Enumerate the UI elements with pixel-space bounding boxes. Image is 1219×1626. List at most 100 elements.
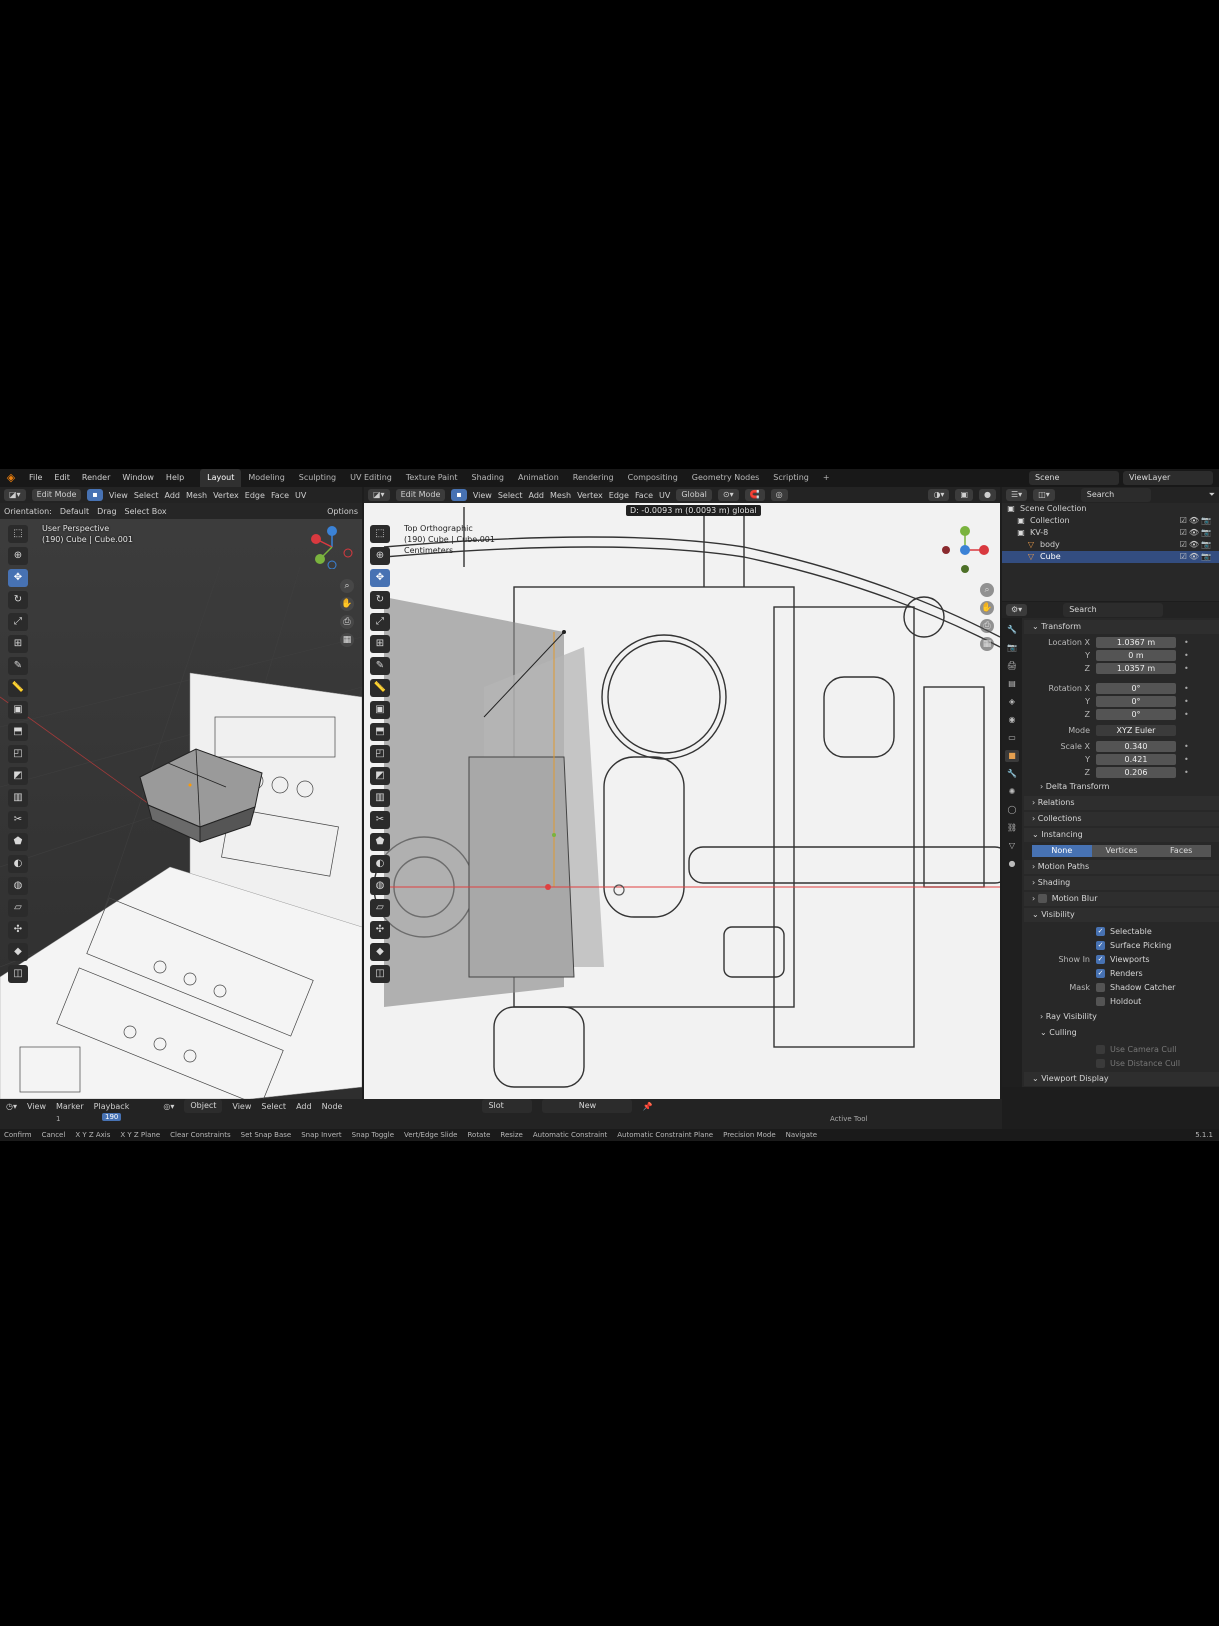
select-tool-icon[interactable]: ⬚ bbox=[8, 525, 28, 543]
left-menu-edge[interactable]: Edge bbox=[245, 491, 265, 500]
outliner-search-input[interactable]: Search bbox=[1080, 488, 1151, 502]
workspace-tab-uv-editing[interactable]: UV Editing bbox=[343, 469, 399, 487]
keyframe-dot-icon[interactable]: • bbox=[1184, 755, 1189, 764]
right-3d-viewport[interactable]: ◪▾ Edit Mode ▪ View Select Add Mesh Vert… bbox=[364, 487, 1000, 1099]
knife-tool-icon[interactable]: ✂ bbox=[370, 811, 390, 829]
viewport-overlays-icon[interactable]: ◑▾ bbox=[928, 489, 950, 501]
perspective-toggle-icon[interactable]: ▦ bbox=[980, 637, 994, 651]
loop-cut-tool-icon[interactable]: ▥ bbox=[370, 789, 390, 807]
properties-search-input[interactable]: Search bbox=[1063, 603, 1164, 617]
left-3d-viewport[interactable]: ◪▾ Edit Mode ▪ View Select Add Mesh Vert… bbox=[0, 487, 362, 1099]
world-tab-icon[interactable]: ◉ bbox=[1005, 714, 1019, 726]
tool-tab-icon[interactable]: 🔧 bbox=[1005, 624, 1019, 636]
extrude-tool-icon[interactable]: ⬒ bbox=[8, 723, 28, 741]
keyframe-dot-icon[interactable]: • bbox=[1184, 768, 1189, 777]
poly-build-tool-icon[interactable]: ⬟ bbox=[370, 833, 390, 851]
bevel-tool-icon[interactable]: ◩ bbox=[370, 767, 390, 785]
node-menu-select[interactable]: Select bbox=[261, 1102, 286, 1111]
transform-tool-icon[interactable]: ⊞ bbox=[8, 635, 28, 653]
pin-icon[interactable]: 📌 bbox=[642, 1102, 652, 1111]
extrude-tool-icon[interactable]: ⬒ bbox=[370, 723, 390, 741]
instancing-none-button[interactable]: None bbox=[1032, 845, 1092, 857]
smooth-tool-icon[interactable]: ◍ bbox=[8, 877, 28, 895]
left-menu-mesh[interactable]: Mesh bbox=[186, 491, 207, 500]
right-menu-vertex[interactable]: Vertex bbox=[577, 491, 603, 500]
workspace-tab-texture-paint[interactable]: Texture Paint bbox=[399, 469, 465, 487]
pan-hand-icon[interactable]: ✋ bbox=[980, 601, 994, 615]
transform-orientation-dropdown[interactable]: Global bbox=[676, 489, 712, 501]
instancing-vertices-button[interactable]: Vertices bbox=[1091, 845, 1152, 857]
use-distance-cull-checkbox[interactable] bbox=[1096, 1058, 1105, 1068]
particles-tab-icon[interactable]: ✺ bbox=[1005, 786, 1019, 798]
loop-cut-tool-icon[interactable]: ▥ bbox=[8, 789, 28, 807]
rotation-x-field[interactable]: 0° bbox=[1096, 682, 1176, 694]
modifiers-tab-icon[interactable]: 🔧 bbox=[1005, 768, 1019, 780]
object-tab-icon[interactable]: ■ bbox=[1005, 750, 1019, 762]
workspace-tab-scripting[interactable]: Scripting bbox=[766, 469, 816, 487]
shading-header[interactable]: › Shading bbox=[1024, 876, 1219, 890]
rotate-tool-icon[interactable]: ↻ bbox=[370, 591, 390, 609]
right-menu-add[interactable]: Add bbox=[529, 491, 545, 500]
filter-icon[interactable]: ⏷ bbox=[1209, 490, 1215, 500]
edge-slide-tool-icon[interactable]: ▱ bbox=[8, 899, 28, 917]
visibility-eye-icon[interactable]: ☑👁📷 bbox=[1180, 515, 1219, 527]
knife-tool-icon[interactable]: ✂ bbox=[8, 811, 28, 829]
holdout-checkbox[interactable] bbox=[1096, 996, 1105, 1006]
blender-logo-icon[interactable]: ◈ bbox=[3, 470, 19, 486]
node-menu-add[interactable]: Add bbox=[296, 1102, 312, 1111]
perspective-toggle-icon[interactable]: ▦ bbox=[340, 633, 354, 647]
scale-z-field[interactable]: 0.206 bbox=[1096, 766, 1176, 778]
render-tab-icon[interactable]: 📷 bbox=[1005, 642, 1019, 654]
left-menu-uv[interactable]: UV bbox=[295, 491, 306, 500]
active-vertex[interactable] bbox=[545, 884, 551, 890]
collection-tab-icon[interactable]: ▭ bbox=[1005, 732, 1019, 744]
measure-tool-icon[interactable]: 📏 bbox=[370, 679, 390, 697]
editor-type-icon[interactable]: ◪▾ bbox=[368, 489, 390, 501]
workspace-tab-modeling[interactable]: Modeling bbox=[241, 469, 291, 487]
outliner-row[interactable]: ▣ KV-8 ☑👁📷 bbox=[1002, 527, 1219, 539]
scene-selector[interactable]: Scene bbox=[1029, 471, 1119, 485]
instancing-faces-button[interactable]: Faces bbox=[1151, 845, 1212, 857]
rotation-y-field[interactable]: 0° bbox=[1096, 695, 1176, 707]
editor-type-icon[interactable]: ◪▾ bbox=[4, 489, 26, 501]
left-menu-vertex[interactable]: Vertex bbox=[213, 491, 239, 500]
menu-edit[interactable]: Edit bbox=[48, 469, 76, 487]
rip-region-tool-icon[interactable]: ◫ bbox=[370, 965, 390, 983]
delta-transform-header[interactable]: › Delta Transform bbox=[1024, 780, 1219, 794]
collections-header[interactable]: › Collections bbox=[1024, 812, 1219, 826]
menu-window[interactable]: Window bbox=[116, 469, 160, 487]
workspace-tab-sculpting[interactable]: Sculpting bbox=[292, 469, 343, 487]
right-menu-face[interactable]: Face bbox=[635, 491, 653, 500]
left-navigation-gizmo[interactable] bbox=[310, 525, 354, 569]
shrink-fatten-tool-icon[interactable]: ✣ bbox=[370, 921, 390, 939]
left-menu-add[interactable]: Add bbox=[165, 491, 181, 500]
poly-build-tool-icon[interactable]: ⬟ bbox=[8, 833, 28, 851]
rotation-mode-dropdown[interactable]: XYZ Euler bbox=[1096, 724, 1176, 736]
motion-blur-checkbox[interactable] bbox=[1037, 894, 1047, 903]
keyframe-dot-icon[interactable]: • bbox=[1184, 651, 1189, 660]
use-camera-cull-checkbox[interactable] bbox=[1096, 1044, 1105, 1054]
shader-editor-type-icon[interactable]: ◎▾ bbox=[163, 1102, 174, 1111]
zoom-icon[interactable]: ⌕ bbox=[980, 583, 994, 597]
add-cube-tool-icon[interactable]: ▣ bbox=[370, 701, 390, 719]
select-box-dropdown[interactable]: Select Box bbox=[125, 507, 167, 516]
location-y-field[interactable]: 0 m bbox=[1096, 649, 1176, 661]
display-mode-icon[interactable]: ◫▾ bbox=[1033, 489, 1055, 501]
visibility-eye-icon[interactable]: ☑👁📷 bbox=[1180, 539, 1219, 551]
keyframe-dot-icon[interactable]: • bbox=[1184, 697, 1189, 706]
snap-icon[interactable]: 🧲 bbox=[744, 489, 765, 501]
options-dropdown[interactable]: Options bbox=[327, 507, 358, 516]
workspace-tab-animation[interactable]: Animation bbox=[511, 469, 566, 487]
menu-help[interactable]: Help bbox=[160, 469, 190, 487]
view-layer-tab-icon[interactable]: ▤ bbox=[1005, 678, 1019, 690]
add-workspace-button[interactable]: + bbox=[816, 469, 837, 487]
outliner-row[interactable]: ▽ body ☑👁📷 bbox=[1002, 539, 1219, 551]
workspace-tab-shading[interactable]: Shading bbox=[464, 469, 511, 487]
right-menu-view[interactable]: View bbox=[473, 491, 492, 500]
ray-visibility-header[interactable]: › Ray Visibility bbox=[1024, 1010, 1219, 1024]
annotate-tool-icon[interactable]: ✎ bbox=[8, 657, 28, 675]
right-navigation-gizmo[interactable] bbox=[938, 523, 992, 577]
visibility-header[interactable]: ⌄ Visibility bbox=[1024, 908, 1219, 922]
keyframe-dot-icon[interactable]: • bbox=[1184, 664, 1189, 673]
cursor-tool-icon[interactable]: ⊕ bbox=[8, 547, 28, 565]
